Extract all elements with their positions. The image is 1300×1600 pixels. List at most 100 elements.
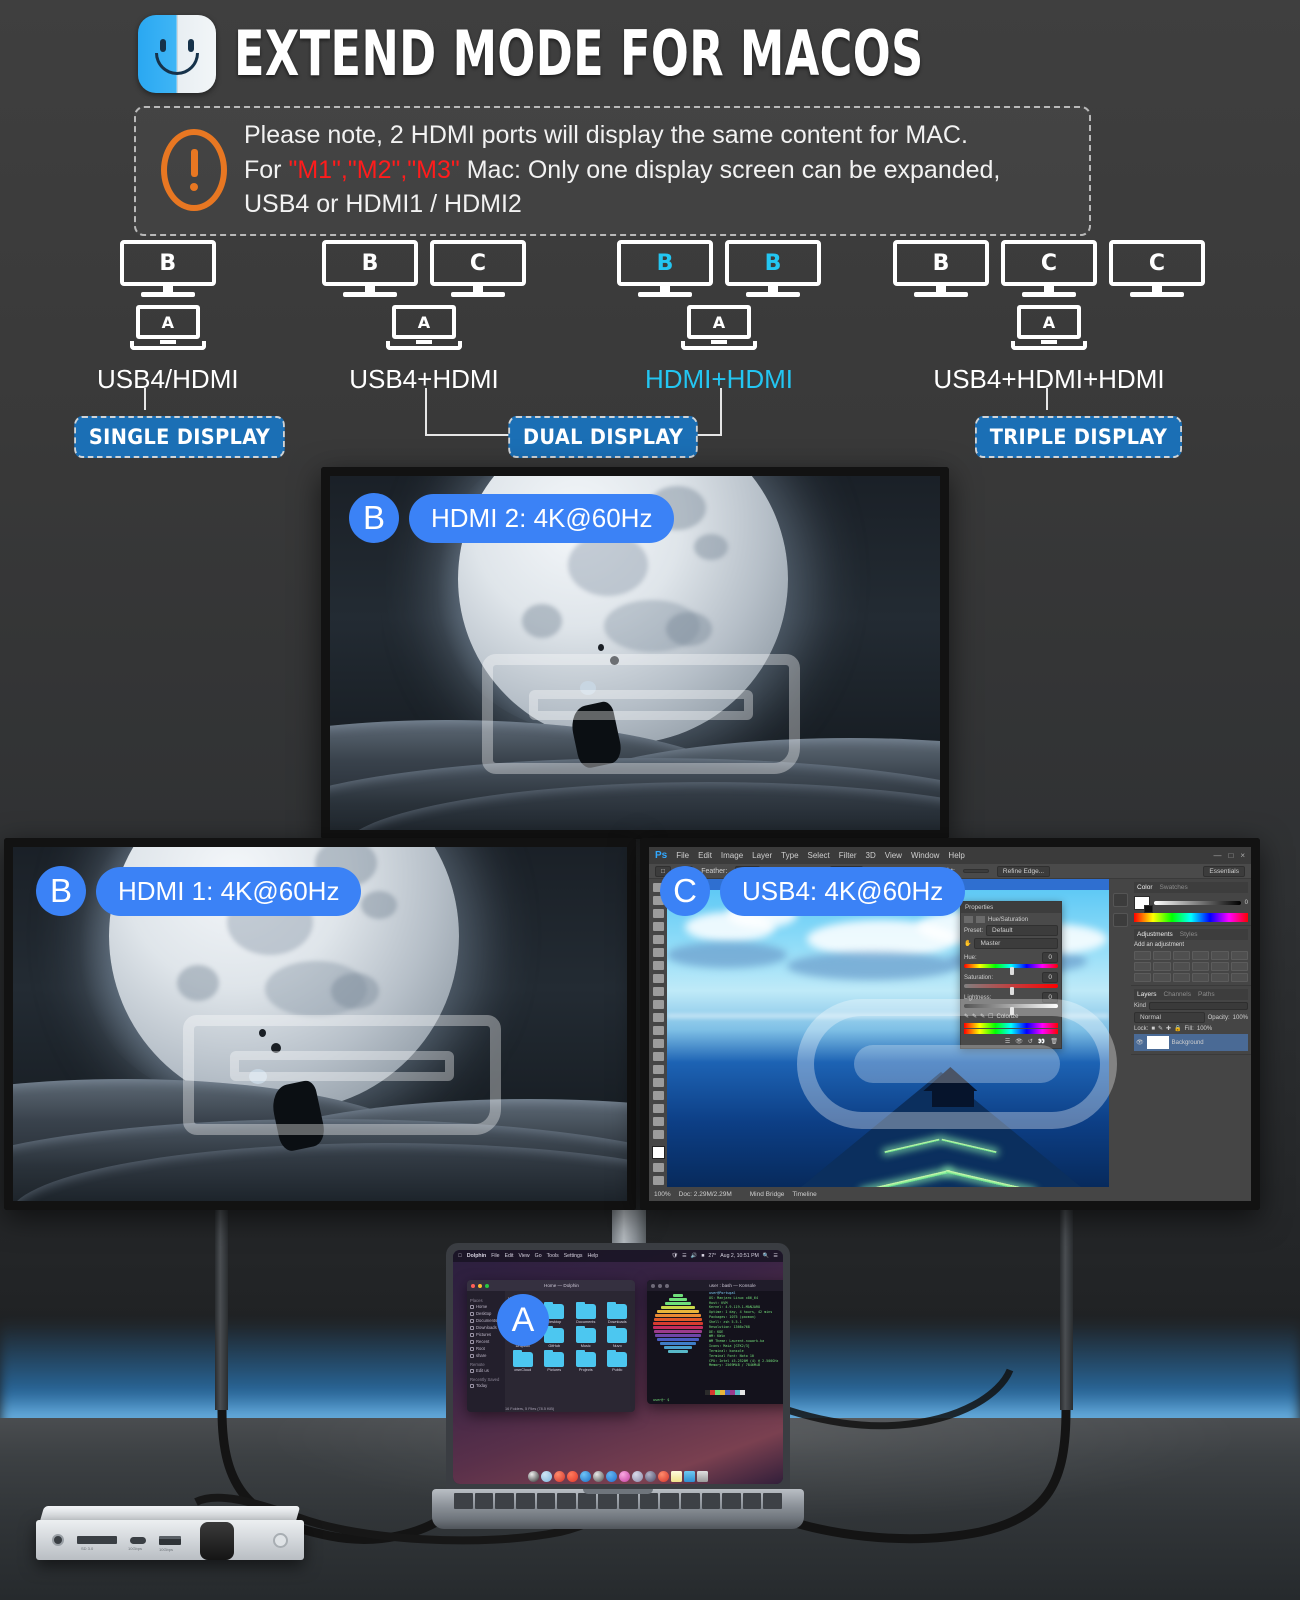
minimize-button[interactable]: —	[1213, 851, 1221, 860]
layer-kind-label[interactable]: Kind	[1134, 1003, 1146, 1009]
screen-mode-icon[interactable]	[652, 1176, 664, 1185]
folder-item[interactable]: ownCloud	[508, 1349, 538, 1372]
close-button[interactable]: ×	[1240, 851, 1245, 860]
menu-go[interactable]: Go	[535, 1253, 542, 1259]
menu-window[interactable]: Window	[911, 851, 939, 860]
menu-layer[interactable]: Layer	[752, 851, 772, 860]
menu-3d[interactable]: 3D	[866, 851, 876, 860]
crop-tool-icon[interactable]	[652, 935, 664, 944]
properties-panel-icon[interactable]	[1112, 913, 1128, 927]
color-spectrum[interactable]	[1134, 913, 1248, 922]
menu-type[interactable]: Type	[781, 851, 798, 860]
threshold-adjustment-icon[interactable]	[1153, 973, 1171, 982]
adjustment-clip-icon[interactable]	[976, 916, 985, 923]
monitor-hdmi2[interactable]: B HDMI 2: 4K@60Hz	[321, 467, 949, 839]
docking-station[interactable]: SD 3.0 10Gbps 10Gbps	[36, 1506, 304, 1570]
selectivecolor-adjustment-icon[interactable]	[1192, 973, 1210, 982]
extra-adjustment-icon[interactable]	[1211, 973, 1229, 982]
type-tool-icon[interactable]	[652, 1078, 664, 1087]
foreground-color-swatch[interactable]	[651, 1146, 665, 1159]
saturation-slider[interactable]	[964, 984, 1058, 995]
eyedropper-tool-icon[interactable]	[652, 948, 664, 957]
notes-icon[interactable]	[671, 1471, 682, 1482]
healing-brush-tool-icon[interactable]	[652, 961, 664, 970]
workspace-selector[interactable]: Essentials	[1203, 865, 1245, 877]
tab-paths[interactable]: Paths	[1198, 991, 1215, 998]
menu-settings[interactable]: Settings	[564, 1253, 583, 1259]
search-icon[interactable]: 🔍	[763, 1253, 769, 1259]
brightness-adjustment-icon[interactable]	[1134, 951, 1152, 960]
monitor-usb4[interactable]: Ps File Edit Image Layer Type Select Fil…	[640, 838, 1260, 1210]
eraser-tool-icon[interactable]	[652, 1013, 664, 1022]
hue-value[interactable]: 0	[1042, 952, 1058, 963]
file-manager-window[interactable]: Home — Dolphin Places Home Desktop Docum…	[467, 1280, 635, 1412]
huesat-adjustment-icon[interactable]	[1230, 951, 1248, 960]
terminal-prompt[interactable]: user@~ $	[653, 1398, 669, 1402]
apple-menu-icon[interactable]: 	[458, 1253, 462, 1259]
path-selection-tool-icon[interactable]	[652, 1091, 664, 1100]
menu-edit[interactable]: Edit	[505, 1253, 514, 1259]
menu-edit[interactable]: Edit	[698, 851, 712, 860]
folder-item[interactable]: Downloads	[603, 1301, 633, 1324]
preview-icon[interactable]	[658, 1471, 669, 1482]
blend-mode-select[interactable]: Normal	[1134, 1012, 1205, 1023]
lock-position-icon[interactable]: ✚	[1166, 1025, 1171, 1032]
tab-swatches[interactable]: Swatches	[1160, 884, 1188, 891]
folder-item[interactable]: Projects	[571, 1349, 601, 1372]
lock-transparency-icon[interactable]: ■	[1151, 1026, 1155, 1032]
volume-icon[interactable]: 🔊	[691, 1253, 697, 1259]
invert-adjustment-icon[interactable]	[1230, 962, 1248, 971]
target-adjustment-icon[interactable]: ✋	[964, 940, 971, 947]
tab-adjustments[interactable]: Adjustments	[1137, 931, 1173, 938]
terminal-body[interactable]: user@Portugal OS: Manjaro Linux x86_64 H…	[650, 1291, 783, 1401]
photos-icon[interactable]	[632, 1471, 643, 1482]
menu-tools[interactable]: Tools	[547, 1253, 559, 1259]
menu-image[interactable]: Image	[721, 851, 743, 860]
folder-item[interactable]: Public	[603, 1349, 633, 1372]
curves-adjustment-icon[interactable]	[1172, 951, 1190, 960]
dodge-tool-icon[interactable]	[652, 1052, 664, 1061]
shape-tool-icon[interactable]	[652, 1104, 664, 1113]
terminal-window[interactable]: user : bash — Konsole user@Portugal OS: …	[647, 1280, 783, 1404]
layer-filter-field[interactable]	[1149, 1002, 1248, 1010]
menu-file[interactable]: File	[676, 851, 689, 860]
laptop-screen[interactable]:  Dolphin File Edit View Go Tools Settin…	[453, 1250, 783, 1484]
channel-select[interactable]: Master	[974, 938, 1058, 949]
lock-image-icon[interactable]: ✎	[1158, 1025, 1163, 1032]
sidebar-item-home[interactable]: Home	[470, 1304, 502, 1309]
power-button[interactable]	[273, 1532, 288, 1548]
colorbalance-adjustment-icon[interactable]	[1134, 962, 1152, 971]
gradientmap-adjustment-icon[interactable]	[1172, 973, 1190, 982]
trash-icon[interactable]	[697, 1471, 708, 1482]
fill-value[interactable]: 100%	[1197, 1026, 1212, 1032]
zoom-level[interactable]: 100%	[654, 1191, 671, 1198]
colorlookup-adjustment-icon[interactable]	[1211, 962, 1229, 971]
menu-help[interactable]: Help	[948, 851, 964, 860]
tab-layers[interactable]: Layers	[1137, 991, 1157, 998]
audio-jack-port[interactable]	[52, 1534, 64, 1546]
shield-icon[interactable]: 🛡	[672, 1253, 679, 1259]
control-center-icon[interactable]: ☰	[773, 1253, 778, 1259]
brightness-slider[interactable]	[1154, 901, 1241, 905]
menu-view[interactable]: View	[519, 1253, 530, 1259]
height-input[interactable]	[962, 869, 989, 873]
folder-item[interactable]: Nuvo	[603, 1325, 633, 1348]
levels-adjustment-icon[interactable]	[1153, 951, 1171, 960]
hue-slider[interactable]	[964, 964, 1058, 975]
sidebar-item-recent[interactable]: Recent	[470, 1339, 502, 1344]
quick-mask-icon[interactable]	[652, 1163, 664, 1172]
status-tab-timeline[interactable]: Timeline	[792, 1191, 816, 1198]
menu-select[interactable]: Select	[808, 851, 830, 860]
channelmixer-adjustment-icon[interactable]	[1192, 962, 1210, 971]
browser-icon[interactable]	[580, 1471, 591, 1482]
sd-card-slot[interactable]	[77, 1536, 117, 1544]
folder-item[interactable]: Music	[571, 1325, 601, 1348]
layer-row[interactable]: 👁 Background	[1134, 1034, 1248, 1051]
gradient-tool-icon[interactable]	[652, 1026, 664, 1035]
macbook-laptop[interactable]:  Dolphin File Edit View Go Tools Settin…	[432, 1243, 804, 1543]
exposure-adjustment-icon[interactable]	[1192, 951, 1210, 960]
opacity-value[interactable]: 100%	[1233, 1015, 1248, 1021]
folder-item[interactable]: Documents	[571, 1301, 601, 1324]
sidebar-item-pictures[interactable]: Pictures	[470, 1332, 502, 1337]
laptop-keyboard[interactable]	[454, 1493, 782, 1509]
